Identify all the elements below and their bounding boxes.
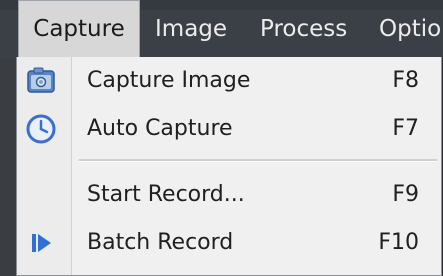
menu-item-label: Capture Image [87, 68, 251, 93]
menu-item-capture-image[interactable]: Capture Image F8 [17, 57, 441, 105]
clock-icon [25, 113, 57, 145]
menu-separator [79, 159, 437, 162]
capture-dropdown-menu: Capture Image F8 Auto Capture F7 Start R… [16, 57, 442, 276]
app-window: Capture Image Process Optio Capture Imag… [0, 0, 443, 276]
menu-item-shortcut: F8 [392, 68, 419, 93]
menu-item-shortcut: F9 [392, 182, 419, 207]
menu-image[interactable]: Image [155, 0, 227, 58]
camera-icon [25, 65, 57, 97]
menu-item-shortcut: F10 [378, 230, 419, 255]
menu-item-label: Batch Record [87, 230, 234, 255]
menu-capture[interactable]: Capture [18, 0, 140, 58]
menu-item-start-record[interactable]: Start Record... F9 [17, 171, 441, 219]
menu-item-shortcut: F7 [392, 116, 419, 141]
menu-item-label: Auto Capture [87, 116, 233, 141]
menu-item-batch-record[interactable]: Batch Record F10 [17, 219, 441, 267]
play-step-icon [25, 227, 57, 259]
menu-options[interactable]: Optio [379, 0, 441, 58]
menu-item-auto-capture[interactable]: Auto Capture F7 [17, 105, 441, 153]
menu-bar: Capture Image Process Optio [0, 0, 443, 58]
menu-item-label: Start Record... [87, 182, 245, 207]
menu-process[interactable]: Process [260, 0, 347, 58]
